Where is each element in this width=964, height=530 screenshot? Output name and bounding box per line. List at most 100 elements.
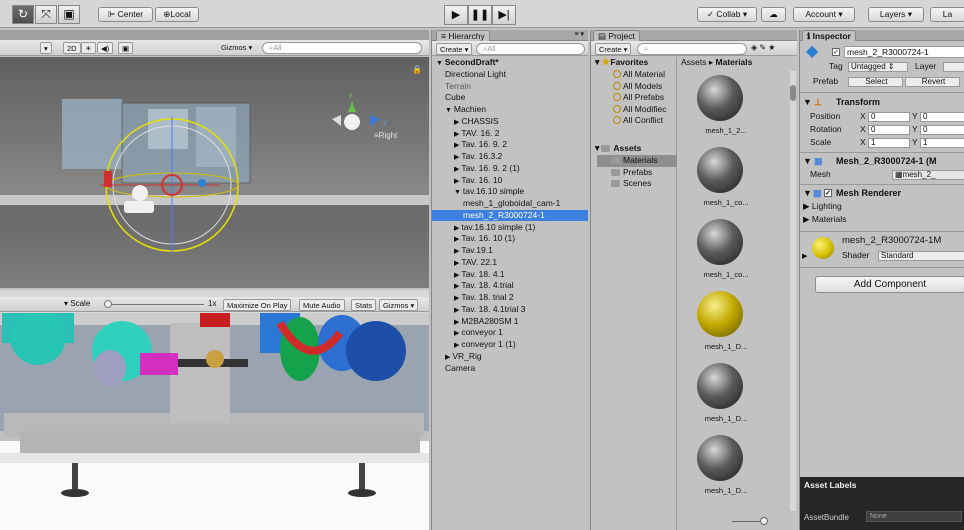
prefab-select-button[interactable]: Select — [848, 76, 903, 87]
hierarchy-item[interactable]: ▶ VR_Rig — [432, 351, 588, 363]
hierarchy-item[interactable]: ▶ Tav. 18. trial 2 — [432, 292, 588, 304]
scrollbar-thumb[interactable] — [790, 85, 796, 101]
scene-search-input[interactable]: ⌕All — [262, 42, 422, 54]
hierarchy-item[interactable]: ▼ SecondDraft* — [432, 57, 588, 69]
favorite-item[interactable]: All Modifiec — [613, 104, 666, 116]
pivot-local-button[interactable]: ⊕Local — [155, 7, 199, 22]
material-thumbnail[interactable] — [697, 435, 743, 481]
axis-label[interactable]: X — [860, 123, 866, 136]
mesh-field[interactable]: ▦mesh_2_ — [892, 169, 964, 180]
transform-x-field[interactable]: 0 — [868, 111, 910, 122]
material-thumbnail[interactable] — [697, 363, 743, 409]
hierarchy-item[interactable]: ▶ Tav.19.1 — [432, 245, 588, 257]
effects-toggle-icon[interactable]: ▣ — [118, 42, 134, 54]
prefab-revert-button[interactable]: Revert — [905, 76, 960, 87]
layout-dropdown[interactable]: La — [930, 7, 964, 22]
favorite-item[interactable]: All Material — [613, 69, 665, 81]
material-thumbnail[interactable] — [697, 291, 743, 337]
transform-x-field[interactable]: 1 — [868, 137, 910, 148]
hierarchy-item[interactable]: Cube — [432, 92, 588, 104]
transform-y-field[interactable]: 1 — [920, 137, 964, 148]
mesh-filter-header[interactable]: ▼ ▦ Mesh_2_R3000724-1 (M — [800, 155, 964, 168]
layer-dropdown[interactable] — [943, 61, 964, 72]
tag-dropdown[interactable]: Untagged ⇕ — [848, 61, 908, 72]
hierarchy-item[interactable]: ▶ conveyor 1 (1) — [432, 339, 588, 351]
axis-label[interactable]: Y — [912, 136, 918, 149]
layers-dropdown[interactable]: Layers ▾ — [868, 7, 924, 22]
transform-x-field[interactable]: 0 — [868, 124, 910, 135]
material-name-label[interactable]: mesh_1_D... — [678, 486, 774, 495]
dropdown-arrow-icon[interactable]: ▾ — [64, 299, 68, 308]
rotate-tool-icon[interactable]: ↻ — [12, 5, 34, 24]
materials-foldout[interactable]: ▶ Materials — [800, 213, 964, 226]
material-name-label[interactable]: mesh_1_co... — [678, 198, 774, 207]
hierarchy-item[interactable]: ▶ tav.16.10 simple (1) — [432, 222, 588, 234]
hierarchy-item[interactable]: Terrain — [432, 81, 588, 93]
breadcrumb-assets[interactable]: Assets — [681, 57, 707, 67]
axis-label[interactable]: X — [860, 110, 866, 123]
project-create-dropdown[interactable]: Create ▾ — [595, 43, 632, 55]
hierarchy-item[interactable]: ▶ Tav. 18. 4.1trial 3 — [432, 304, 588, 316]
hierarchy-search-input[interactable]: ⌕All — [476, 43, 585, 55]
hierarchy-item[interactable]: ▶ TAV. 16. 2 — [432, 128, 588, 140]
audio-toggle-icon[interactable]: ◀) — [97, 42, 114, 54]
foldout-arrow-icon[interactable]: ▼ — [445, 107, 454, 114]
hierarchy-tab[interactable]: ≡ Hierarchy — [436, 30, 490, 41]
rect-tool-icon[interactable]: ⤧ — [35, 5, 57, 24]
hierarchy-item[interactable]: ▶ Tav. 18. 4.trial — [432, 280, 588, 292]
scale-slider-knob[interactable] — [104, 300, 112, 308]
pivot-center-button[interactable]: ⊫ Center — [98, 7, 153, 22]
axis-label[interactable]: Y — [912, 123, 918, 136]
material-thumbnail[interactable] — [697, 219, 743, 265]
breadcrumb-materials[interactable]: Materials — [716, 57, 753, 67]
shader-dropdown[interactable]: Standard — [878, 250, 964, 261]
hierarchy-item[interactable]: Camera — [432, 363, 588, 375]
stats-toggle[interactable]: Stats — [351, 299, 377, 311]
favorites-header[interactable]: ▼★Favorites — [593, 57, 648, 69]
assets-header[interactable]: ▼ Assets — [593, 143, 641, 155]
game-viewport[interactable] — [0, 313, 429, 530]
hierarchy-item[interactable]: mesh_2_R3000724-1 — [432, 209, 588, 222]
2d-toggle[interactable]: 2D — [63, 42, 81, 54]
hierarchy-item[interactable]: ▼ Machien — [432, 104, 588, 116]
asset-scrollbar[interactable] — [790, 71, 796, 511]
transform-y-field[interactable]: 0 — [920, 124, 964, 135]
hierarchy-item[interactable]: mesh_1_globoidal_cam-1 — [432, 198, 588, 210]
material-name-label[interactable]: mesh_1_co... — [678, 270, 774, 279]
mute-audio-toggle[interactable]: Mute Audio — [299, 299, 345, 311]
thumbnail-size-knob[interactable] — [760, 517, 768, 525]
hierarchy-create-dropdown[interactable]: Create ▾ — [436, 43, 473, 55]
hierarchy-item[interactable]: ▶ TAV. 22.1 — [432, 257, 588, 269]
project-search-input[interactable]: ⌕ — [637, 43, 747, 55]
favorite-item[interactable]: All Conflict — [613, 115, 663, 127]
assetbundle-dropdown[interactable]: None — [866, 511, 962, 522]
transform-y-field[interactable]: 0 — [920, 111, 964, 122]
cloud-button[interactable]: ☁ — [761, 7, 786, 22]
lock-icon[interactable]: 🔒 — [412, 65, 422, 74]
hierarchy-item[interactable]: ▶ Tav. 16. 9. 2 — [432, 139, 588, 151]
favorite-item[interactable]: All Models — [613, 81, 662, 93]
material-thumbnail[interactable] — [697, 147, 743, 193]
lighting-toggle-icon[interactable]: ☀ — [81, 42, 96, 54]
step-button[interactable]: ▶| — [492, 5, 516, 25]
material-name-label[interactable]: mesh_1_D... — [678, 414, 774, 423]
hierarchy-item[interactable]: ▶ Tav. 16.3.2 — [432, 151, 588, 163]
play-button[interactable]: ▶ — [444, 5, 468, 25]
hierarchy-item[interactable]: Directional Light — [432, 69, 588, 81]
foldout-arrow-icon[interactable]: ▼ — [454, 189, 463, 196]
shading-dropdown[interactable]: ▾ — [40, 42, 52, 54]
hierarchy-item[interactable]: ▶ Tav. 18. 4.1 — [432, 269, 588, 281]
lighting-foldout[interactable]: ▶ Lighting — [800, 200, 964, 213]
hierarchy-item[interactable]: ▶ Tav. 16. 10 (1) — [432, 233, 588, 245]
foldout-arrow-icon[interactable]: ▼ — [436, 60, 445, 67]
asset-folder-item[interactable]: Prefabs — [597, 167, 677, 179]
game-gizmos-dropdown[interactable]: Gizmos ▾ — [379, 299, 419, 311]
hierarchy-item[interactable]: ▼ tav.16.10 simple — [432, 186, 588, 198]
filter-icons[interactable]: ◈ ✎ ★ — [751, 43, 775, 52]
collab-button[interactable]: ✓ Collab ▾ — [697, 7, 757, 22]
axis-label[interactable]: X — [860, 136, 866, 149]
material-thumbnail[interactable] — [697, 75, 743, 121]
object-name-field[interactable]: mesh_2_R3000724-1 — [844, 46, 964, 58]
panel-menu-icon[interactable]: ≡ ▾ — [574, 30, 584, 38]
scene-gizmos-dropdown[interactable]: Gizmos ▾ — [218, 42, 255, 54]
